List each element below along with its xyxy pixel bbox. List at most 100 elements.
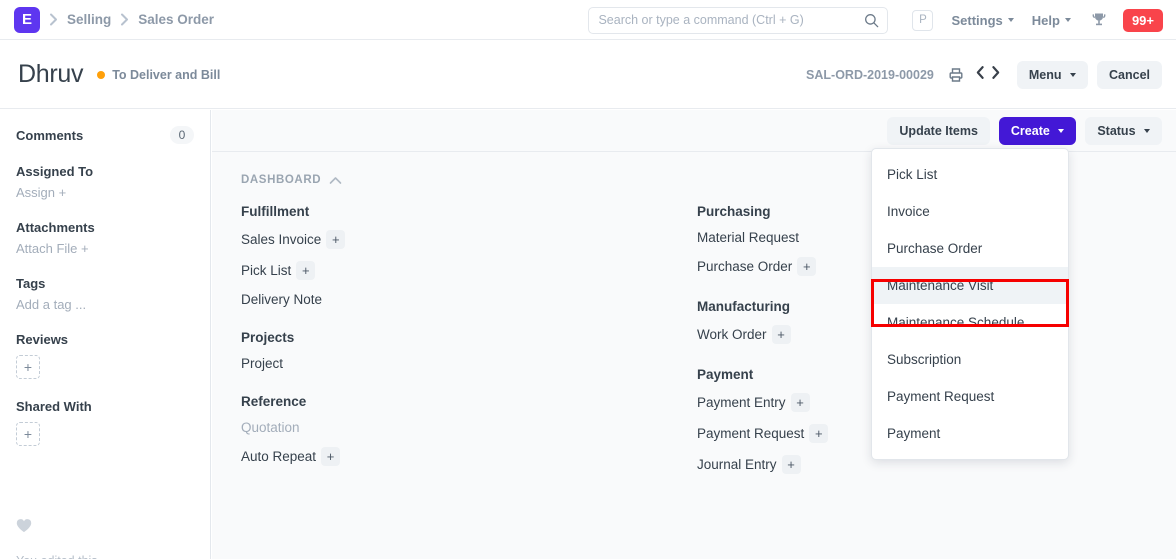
- add-tag-input[interactable]: Add a tag ...: [16, 297, 194, 312]
- menu-button[interactable]: Menu: [1016, 60, 1088, 89]
- attach-file-button[interactable]: Attach File +: [16, 241, 194, 256]
- page-header: Dhruv To Deliver and Bill SAL-ORD-2019-0…: [0, 41, 1176, 109]
- breadcrumb-sales-order[interactable]: Sales Order: [138, 12, 214, 27]
- sidebar-section-tags: Tags Add a tag ...: [16, 276, 194, 312]
- dashboard-group-title: Projects: [241, 330, 295, 345]
- assigned-to-label: Assigned To: [16, 164, 94, 179]
- create-menu-item-invoice[interactable]: Invoice: [872, 193, 1068, 230]
- dashboard-link-row: Quotation: [241, 420, 661, 435]
- update-items-button[interactable]: Update Items: [887, 116, 990, 145]
- chevron-up-icon[interactable]: [329, 176, 342, 185]
- create-menu-item-subscription[interactable]: Subscription: [872, 341, 1068, 378]
- chevron-down-icon: [1007, 18, 1014, 22]
- dashboard-link-pick-list[interactable]: Pick List: [241, 263, 291, 278]
- plus-icon[interactable]: +: [790, 393, 810, 412]
- page-header-actions: SAL-ORD-2019-00029 Menu Cancel: [806, 41, 1162, 108]
- notification-badge[interactable]: 99+: [1122, 8, 1163, 32]
- status-button[interactable]: Status: [1085, 116, 1162, 145]
- dashboard-link-material-request[interactable]: Material Request: [697, 230, 799, 245]
- dashboard-group-title: Fulfillment: [241, 204, 310, 219]
- plus-icon[interactable]: +: [809, 424, 829, 443]
- chevron-down-icon: [1144, 129, 1150, 134]
- prev-document-icon[interactable]: [973, 65, 988, 84]
- cancel-button[interactable]: Cancel: [1097, 60, 1162, 89]
- create-menu-item-purchase-order[interactable]: Purchase Order: [872, 230, 1068, 267]
- plus-icon[interactable]: +: [321, 447, 341, 466]
- like-heart-icon[interactable]: [16, 518, 32, 538]
- navbar-right-cluster: P Settings Help 99+: [588, 0, 1176, 40]
- settings-label: Settings: [951, 12, 1003, 28]
- add-review-button[interactable]: +: [16, 355, 40, 379]
- create-button[interactable]: Create: [998, 116, 1077, 145]
- comments-count: 0: [170, 126, 194, 144]
- dashboard-link-payment-request[interactable]: Payment Request: [697, 426, 804, 441]
- menu-button-label: Menu: [1028, 67, 1062, 82]
- shared-with-label: Shared With: [16, 399, 92, 414]
- create-menu-item-maintenance-schedule[interactable]: Maintenance Schedule: [872, 304, 1068, 341]
- sidebar-section-attachments: Attachments Attach File +: [16, 220, 194, 256]
- comments-label: Comments: [16, 127, 84, 143]
- search-input[interactable]: [589, 7, 852, 33]
- dashboard-link-project[interactable]: Project: [241, 356, 283, 371]
- dashboard-link-work-order[interactable]: Work Order: [697, 327, 767, 342]
- chevron-down-icon: [1064, 18, 1071, 22]
- app-window: E Selling Sales Order P Settings Help: [0, 0, 1176, 559]
- top-navbar: E Selling Sales Order P Settings Help: [0, 0, 1176, 40]
- dashboard-group: Projects Project: [241, 330, 661, 371]
- dashboard-group: Fulfillment Sales Invoice + Pick List + Deliv…: [241, 204, 661, 307]
- dashboard-link-quotation[interactable]: Quotation: [241, 420, 300, 435]
- dashboard-label: DASHBOARD: [241, 174, 322, 186]
- sidebar-item-comments[interactable]: Comments 0: [16, 126, 194, 144]
- chevron-right-icon: [49, 13, 58, 26]
- chevron-down-icon: [1058, 129, 1065, 134]
- dashboard-group-title: Reference: [241, 394, 307, 409]
- dashboard-link-delivery-note[interactable]: Delivery Note: [241, 292, 322, 307]
- help-label: Help: [1031, 12, 1060, 28]
- chevron-right-icon: [120, 13, 129, 26]
- search-box[interactable]: [588, 6, 889, 34]
- dashboard-group: Reference Quotation Auto Repeat +: [241, 394, 661, 466]
- sidebar-section-shared-with: Shared With +: [16, 399, 194, 446]
- dashboard-link-row: Delivery Note: [241, 292, 661, 307]
- dashboard-link-row: Pick List +: [241, 261, 661, 280]
- plus-icon[interactable]: +: [797, 257, 817, 276]
- search-icon[interactable]: [864, 13, 879, 33]
- document-toolbar: Update Items Create Status: [212, 110, 1176, 152]
- dashboard-link-purchase-order[interactable]: Purchase Order: [697, 259, 792, 274]
- plus-icon[interactable]: +: [781, 455, 801, 474]
- help-menu[interactable]: Help: [1032, 13, 1071, 28]
- sidebar-section-reviews: Reviews +: [16, 332, 194, 379]
- plus-icon[interactable]: +: [771, 325, 791, 344]
- dashboard-link-row: Auto Repeat +: [241, 447, 661, 466]
- document-id: SAL-ORD-2019-00029: [806, 67, 934, 82]
- dashboard-column-left: Fulfillment Sales Invoice + Pick List + Deliv…: [241, 204, 661, 489]
- trophy-icon[interactable]: [1091, 12, 1107, 28]
- tags-label: Tags: [16, 276, 46, 291]
- dashboard-link-auto-repeat[interactable]: Auto Repeat: [241, 449, 316, 464]
- create-dropdown-menu[interactable]: Pick List Invoice Purchase Order Maintenanc…: [871, 148, 1069, 460]
- add-share-button[interactable]: +: [16, 422, 40, 446]
- settings-menu[interactable]: Settings: [951, 12, 1014, 28]
- create-menu-item-maintenance-visit[interactable]: Maintenance Visit: [872, 267, 1068, 304]
- dashboard-link-sales-invoice[interactable]: Sales Invoice: [241, 232, 321, 247]
- page-title: Dhruv: [18, 60, 84, 88]
- dashboard-link-row: Sales Invoice +: [241, 230, 661, 249]
- avatar[interactable]: P: [912, 9, 934, 31]
- create-menu-item-payment-request[interactable]: Payment Request: [872, 378, 1068, 415]
- print-icon[interactable]: [948, 67, 964, 83]
- dashboard-link-journal-entry[interactable]: Journal Entry: [697, 457, 777, 472]
- sidebar-section-assigned-to: Assigned To Assign +: [16, 164, 194, 200]
- app-logo-icon[interactable]: E: [14, 6, 40, 33]
- create-menu-item-payment[interactable]: Payment: [872, 415, 1068, 452]
- breadcrumb-selling[interactable]: Selling: [67, 12, 111, 27]
- status-button-label: Status: [1097, 123, 1136, 138]
- plus-icon[interactable]: +: [326, 230, 346, 249]
- dashboard-link-payment-entry[interactable]: Payment Entry: [697, 395, 786, 410]
- chevron-down-icon: [1070, 73, 1076, 78]
- create-menu-item-pick-list[interactable]: Pick List: [872, 156, 1068, 193]
- status-dot-icon: [97, 70, 106, 79]
- plus-icon[interactable]: +: [296, 261, 316, 280]
- dashboard-link-row: Project: [241, 356, 661, 371]
- assign-button[interactable]: Assign +: [16, 185, 194, 200]
- next-document-icon[interactable]: [988, 65, 1003, 84]
